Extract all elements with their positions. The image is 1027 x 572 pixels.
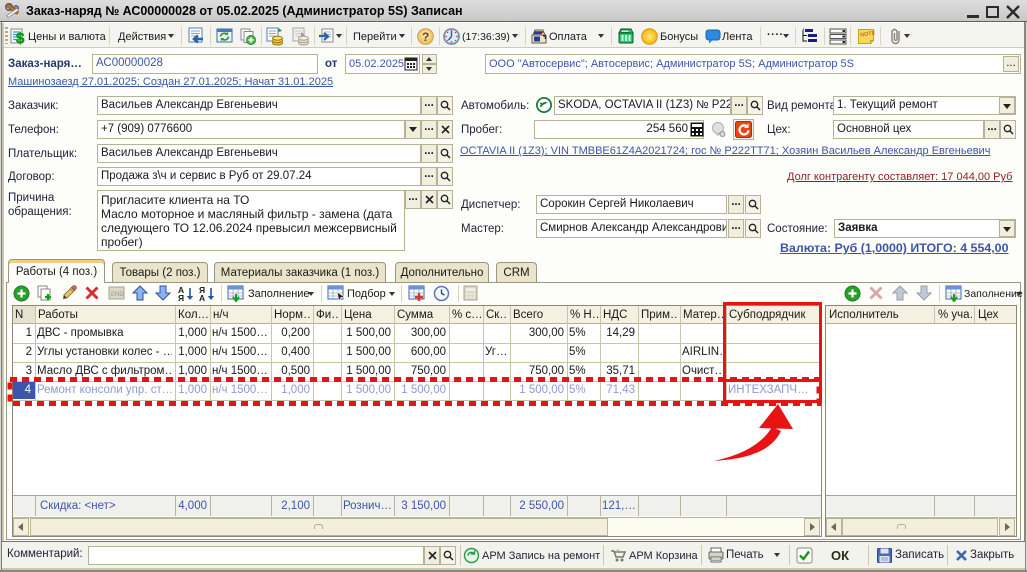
- svg-text:?: ?: [422, 30, 429, 44]
- svg-text:END: END: [111, 292, 124, 298]
- svg-text:А: А: [199, 293, 205, 302]
- svg-text:$: $: [16, 30, 25, 45]
- svg-text:Я: Я: [178, 293, 184, 302]
